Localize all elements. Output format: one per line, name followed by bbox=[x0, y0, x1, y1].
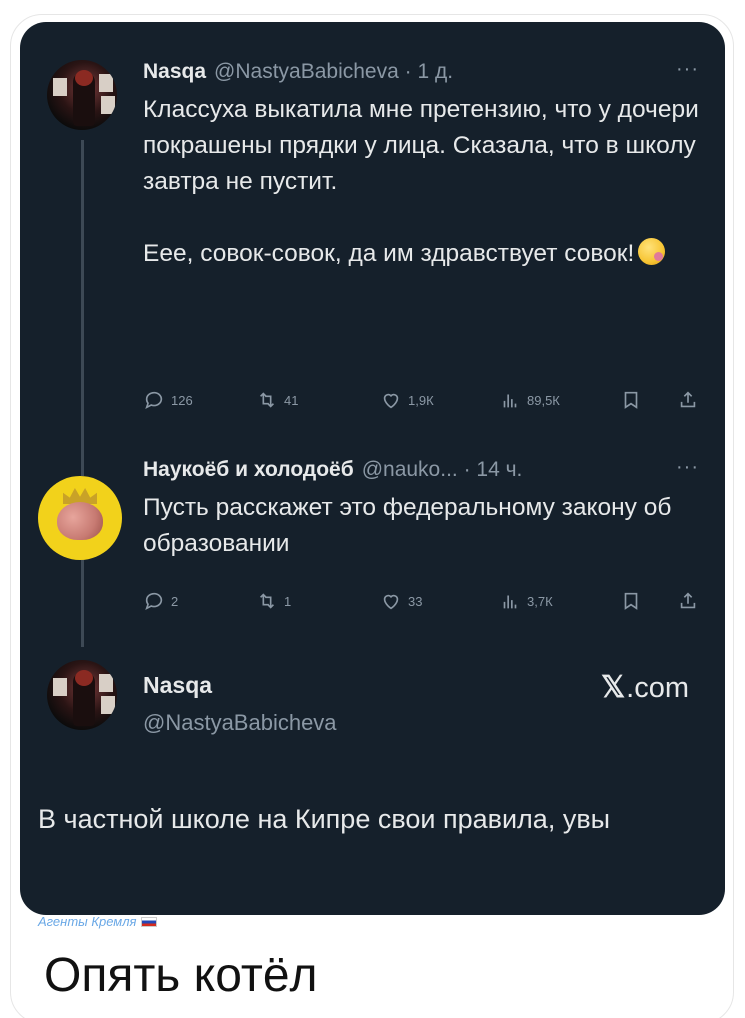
like-button[interactable]: 33 bbox=[380, 590, 422, 612]
retweet-icon bbox=[259, 593, 275, 609]
reply-button[interactable]: 126 bbox=[143, 389, 193, 411]
tweet-text-paragraph: Классуха выкатила мне претензию, что у д… bbox=[143, 96, 699, 195]
views-button[interactable]: 3,7К bbox=[499, 590, 553, 612]
bookmark-button[interactable] bbox=[620, 389, 642, 411]
avatar[interactable] bbox=[38, 476, 122, 560]
more-icon[interactable]: ··· bbox=[676, 456, 699, 479]
heart-icon bbox=[383, 393, 399, 409]
reply-count: 126 bbox=[171, 392, 193, 408]
heart-icon bbox=[383, 594, 399, 610]
bookmark-icon bbox=[624, 592, 638, 610]
views-button[interactable]: 89,5К bbox=[499, 389, 560, 411]
like-button[interactable]: 1,9К bbox=[380, 389, 434, 411]
views-icon bbox=[503, 394, 517, 408]
share-button[interactable] bbox=[677, 590, 699, 612]
reply-button[interactable]: 2 bbox=[143, 590, 178, 612]
watermark: Агенты Кремля bbox=[38, 914, 157, 929]
x-logo-icon: 𝕏 bbox=[600, 671, 626, 704]
tweet: Наукоёб и холодоёб @nauko... · 14 ч. ···… bbox=[143, 456, 703, 562]
retweet-count: 1 bbox=[284, 593, 292, 609]
share-icon bbox=[680, 391, 696, 408]
tweet: Nasqa @NastyaBabicheva · 1 д. ··· Классу… bbox=[143, 58, 703, 272]
tweet-text: В частной школе на Кипре свои правила, у… bbox=[38, 804, 611, 834]
x-logo: 𝕏 .com bbox=[601, 670, 689, 705]
avatar[interactable] bbox=[47, 60, 117, 130]
author-name[interactable]: Nasqa bbox=[143, 60, 206, 84]
russian-flag-icon bbox=[140, 916, 157, 927]
bookmark-button[interactable] bbox=[620, 590, 642, 612]
like-count: 1,9К bbox=[408, 392, 434, 408]
bookmark-icon bbox=[624, 391, 638, 409]
share-button[interactable] bbox=[677, 389, 699, 411]
tweet-text-paragraph: Еее, совок-совок, да им здравствует сово… bbox=[143, 240, 635, 267]
author-handle[interactable]: @NastyaBabicheva bbox=[143, 710, 337, 736]
tweet-text: Классуха выкатила мне претензию, что у д… bbox=[143, 92, 703, 272]
author-handle[interactable]: @nauko... · 14 ч. bbox=[362, 458, 523, 482]
x-logo-text: .com bbox=[626, 672, 689, 704]
melting-face-emoji-icon bbox=[638, 238, 666, 265]
author-name[interactable]: Nasqa bbox=[143, 672, 212, 699]
tweet-screenshot: Nasqa @NastyaBabicheva · 1 д. ··· Классу… bbox=[20, 22, 725, 915]
tweet-actions: 2 1 33 3,7К bbox=[143, 590, 703, 614]
thread-connector bbox=[81, 140, 84, 476]
retweet-count: 41 bbox=[284, 392, 299, 408]
thread-connector bbox=[81, 555, 84, 647]
avatar[interactable] bbox=[47, 660, 117, 730]
retweet-icon bbox=[259, 392, 275, 408]
watermark-text: Агенты Кремля bbox=[38, 914, 137, 929]
views-icon bbox=[503, 595, 517, 609]
tweet-actions: 126 41 1,9К 89,5К bbox=[143, 389, 703, 413]
retweet-button[interactable]: 1 bbox=[256, 590, 291, 612]
views-count: 3,7К bbox=[527, 593, 553, 609]
author-handle[interactable]: @NastyaBabicheva · 1 д. bbox=[214, 60, 453, 84]
share-icon bbox=[680, 592, 696, 609]
tweet-text: Пусть расскажет это федеральному закону … bbox=[143, 494, 672, 557]
post-caption: Опять котёл bbox=[44, 949, 318, 1002]
reply-count: 2 bbox=[171, 593, 179, 609]
retweet-button[interactable]: 41 bbox=[256, 389, 298, 411]
author-name[interactable]: Наукоёб и холодоёб bbox=[143, 458, 354, 482]
more-icon[interactable]: ··· bbox=[676, 58, 699, 81]
reply-icon bbox=[145, 592, 163, 610]
reply-icon bbox=[145, 391, 163, 409]
like-count: 33 bbox=[408, 593, 423, 609]
views-count: 89,5К bbox=[527, 392, 560, 408]
